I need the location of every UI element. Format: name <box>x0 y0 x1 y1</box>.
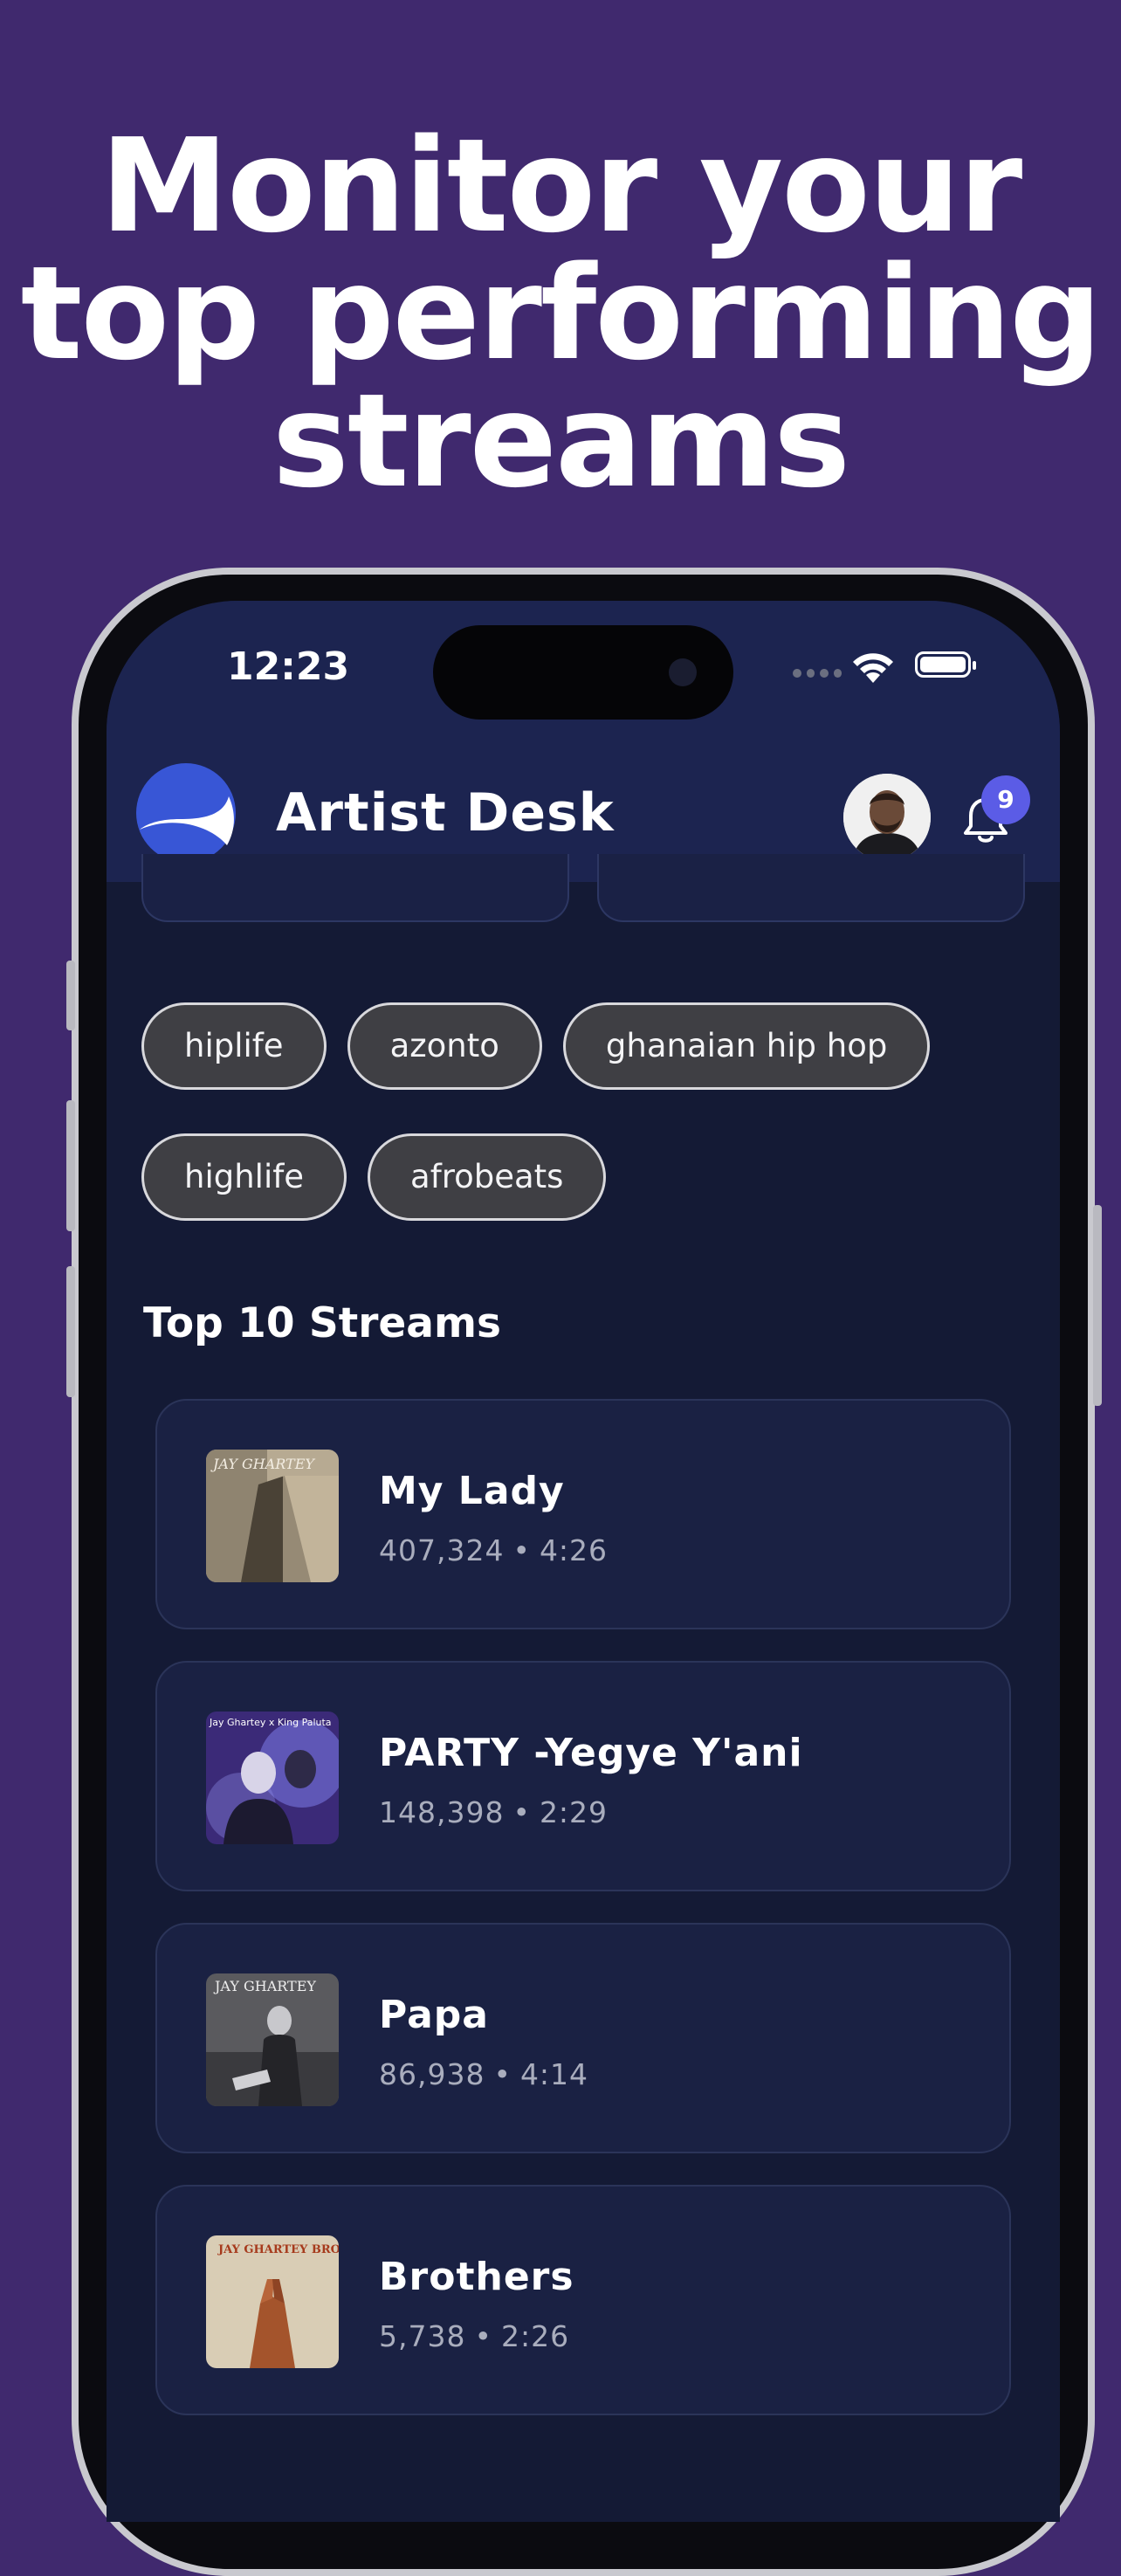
signal-dots-icon <box>793 669 842 678</box>
stream-plays: 407,324 <box>379 1533 505 1567</box>
genre-chip-row: hiplife azonto ghanaian hip hop <box>141 1002 1023 1090</box>
stream-plays: 86,938 <box>379 2057 485 2091</box>
headline-line-3: streams <box>272 366 850 516</box>
meta-separator: • <box>493 2057 512 2091</box>
status-time: 12:23 <box>227 644 350 689</box>
phone-side-button <box>66 961 75 1030</box>
stream-duration: 4:26 <box>539 1533 609 1567</box>
status-bar: 12:23 <box>107 601 1060 740</box>
album-art-text: JAY GHARTEY BROTHERS <box>217 2243 339 2256</box>
summary-card-left[interactable] <box>141 854 569 922</box>
genre-chip-hiplife[interactable]: hiplife <box>141 1002 327 1090</box>
avatar[interactable] <box>843 774 931 861</box>
meta-separator: • <box>512 1533 531 1567</box>
summary-card-right[interactable] <box>597 854 1025 922</box>
headline-line-1: Monitor your <box>100 111 1023 261</box>
album-art: JAY GHARTEY BROTHERS <box>206 2235 339 2368</box>
section-title: Top 10 Streams <box>143 1299 501 1347</box>
album-art-text: Jay Ghartey x King Paluta <box>209 1717 332 1728</box>
phone-volume-down-button <box>66 1266 75 1397</box>
genre-chip-highlife[interactable]: highlife <box>141 1133 347 1221</box>
album-art: JAY GHARTEY <box>206 1450 339 1582</box>
stream-title: PARTY -Yegye Y'ani <box>379 1731 803 1775</box>
stream-plays: 5,738 <box>379 2319 466 2353</box>
genre-chip-ghanaian-hip-hop[interactable]: ghanaian hip hop <box>562 1002 931 1090</box>
headline-line-2: top performing <box>20 238 1103 389</box>
album-art-text: JAY GHARTEY <box>210 1456 315 1472</box>
promo-headline: Monitor your top performing streams <box>0 111 1121 516</box>
phone-screen: 12:23 Artist Desk 9 hiplife azonto ghana… <box>107 601 1060 2522</box>
stream-title: My Lady <box>379 1469 565 1513</box>
notification-badge: 9 <box>981 775 1030 824</box>
stream-meta: 5,738 • 2:26 <box>379 2319 569 2353</box>
stream-duration: 4:14 <box>519 2057 589 2091</box>
genre-chip-azonto[interactable]: azonto <box>347 1002 542 1090</box>
stream-title: Papa <box>379 1993 489 2037</box>
genre-chips: hiplife azonto ghanaian hip hop highlife… <box>141 1002 1023 1264</box>
wifi-icon <box>853 653 893 683</box>
stream-item[interactable]: JAY GHARTEY My Lady 407,324 • 4:26 <box>155 1399 1011 1629</box>
battery-icon <box>915 651 976 678</box>
phone-power-button <box>1093 1205 1102 1406</box>
meta-separator: • <box>512 1795 531 1829</box>
dynamic-island <box>433 625 733 720</box>
stream-item[interactable]: JAY GHARTEY Papa 86,938 • 4:14 <box>155 1923 1011 2153</box>
stream-list: JAY GHARTEY My Lady 407,324 • 4:26 Jay Gha… <box>155 1399 1011 2447</box>
app-title: Artist Desk <box>276 782 615 844</box>
stream-duration: 2:26 <box>500 2319 570 2353</box>
album-art: JAY GHARTEY <box>206 1973 339 2106</box>
stream-meta: 148,398 • 2:29 <box>379 1795 608 1829</box>
album-art-text: JAY GHARTEY <box>213 1978 316 1994</box>
genre-chip-afrobeats[interactable]: afrobeats <box>368 1133 607 1221</box>
artist-desk-logo-icon[interactable] <box>136 763 236 863</box>
stream-item[interactable]: JAY GHARTEY BROTHERS Brothers 5,738•2:26 <box>155 2185 1011 2415</box>
avatar-photo <box>843 774 931 861</box>
stream-title: Brothers <box>379 2255 574 2299</box>
meta-separator: • <box>474 2319 492 2353</box>
stream-plays: 148,398 <box>379 1795 505 1829</box>
phone-volume-up-button <box>66 1100 75 1231</box>
stream-meta: 86,938 • 4:14 <box>379 2057 588 2091</box>
camera-icon <box>669 658 697 686</box>
stream-item[interactable]: Jay Ghartey x King Paluta PARTY -Yegye Y… <box>155 1661 1011 1891</box>
stream-meta: 407,324 • 4:26 <box>379 1533 608 1567</box>
stream-duration: 2:29 <box>539 1795 609 1829</box>
album-art: Jay Ghartey x King Paluta <box>206 1712 339 1844</box>
genre-chip-row: highlife afrobeats <box>141 1133 1023 1221</box>
